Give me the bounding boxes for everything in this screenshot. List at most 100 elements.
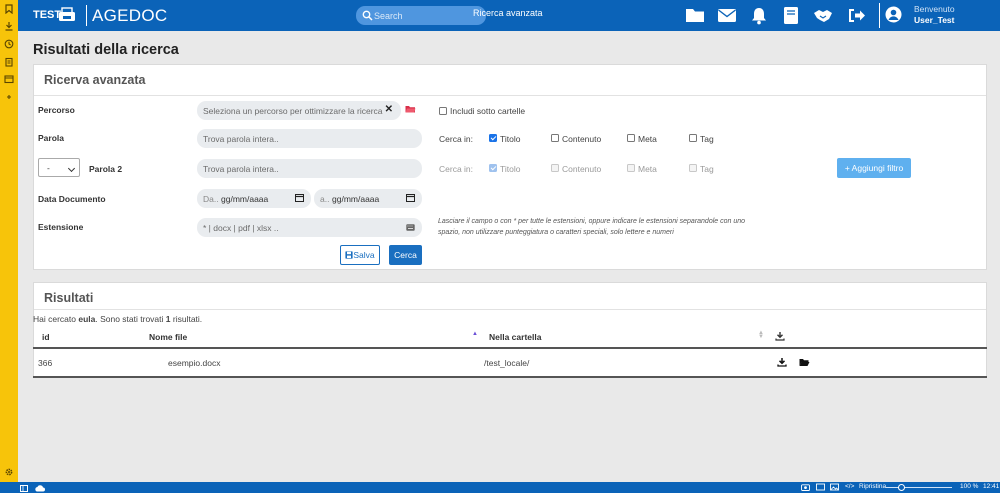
open-folder-icon[interactable] bbox=[799, 358, 810, 369]
divider bbox=[34, 95, 986, 96]
search-query: eula bbox=[78, 314, 96, 324]
search-input[interactable] bbox=[374, 8, 478, 23]
zoom-slider-handle[interactable] bbox=[898, 484, 905, 491]
operator-select[interactable]: - bbox=[38, 158, 80, 177]
clipboard-icon[interactable] bbox=[4, 57, 14, 67]
restore-label[interactable]: Ripristina bbox=[859, 483, 886, 490]
date-to-field[interactable]: a.. gg/mm/aaaa bbox=[314, 189, 422, 208]
tag-label: Tag bbox=[700, 134, 714, 144]
global-search[interactable] bbox=[356, 6, 486, 25]
results-title: Risultati bbox=[44, 291, 94, 305]
settings-icon[interactable] bbox=[4, 467, 14, 477]
parola-label: Parola bbox=[38, 133, 64, 143]
welcome-text: Benvenuto bbox=[914, 4, 955, 14]
percorso-input[interactable] bbox=[203, 103, 385, 118]
screen-icon[interactable] bbox=[816, 483, 825, 493]
handshake-icon[interactable] bbox=[813, 6, 833, 25]
window-icon[interactable] bbox=[20, 484, 28, 493]
sort-asc-icon[interactable]: ▲ bbox=[472, 331, 478, 337]
download-icon[interactable] bbox=[777, 357, 787, 369]
row-file-name[interactable]: esempio.docx bbox=[168, 358, 220, 368]
contenuto-checkbox-2[interactable] bbox=[551, 164, 559, 172]
brand-divider bbox=[86, 5, 87, 26]
contenuto-checkbox[interactable] bbox=[551, 134, 559, 142]
date-from-prefix: Da.. bbox=[203, 194, 219, 204]
code-icon[interactable]: </> bbox=[845, 483, 854, 490]
summary-middle: . Sono stati trovati bbox=[95, 314, 166, 324]
estensione-label: Estensione bbox=[38, 222, 84, 232]
save-button[interactable]: Salva bbox=[340, 245, 380, 265]
tag-checkbox[interactable] bbox=[689, 134, 697, 142]
sort-icon[interactable]: ▲ ▼ bbox=[758, 330, 764, 340]
percorso-label: Percorso bbox=[38, 105, 75, 115]
column-header-folder[interactable]: Nella cartella bbox=[489, 332, 541, 342]
cerca-in-label: Cerca in: bbox=[439, 134, 474, 144]
add-icon[interactable] bbox=[4, 92, 14, 102]
advanced-search-title: Ricerva avanzata bbox=[44, 73, 146, 87]
data-documento-label: Data Documento bbox=[38, 194, 106, 204]
calendar-icon[interactable] bbox=[295, 193, 304, 204]
table-bottom-divider bbox=[33, 376, 987, 378]
estensione-input[interactable] bbox=[203, 220, 398, 235]
search-button[interactable]: Cerca bbox=[389, 245, 422, 265]
download-icon[interactable] bbox=[4, 21, 14, 31]
contenuto-label: Contenuto bbox=[562, 134, 602, 144]
brand-prefix: TEST bbox=[33, 9, 62, 21]
calendar-icon[interactable] bbox=[406, 193, 415, 204]
divider bbox=[34, 309, 986, 310]
meta-checkbox-2[interactable] bbox=[627, 164, 635, 172]
image-icon[interactable] bbox=[830, 483, 839, 493]
column-header-id[interactable]: id bbox=[42, 332, 50, 342]
parola2-input[interactable] bbox=[203, 161, 413, 176]
advanced-search-link[interactable]: Ricerca avanzata bbox=[473, 8, 543, 18]
mail-icon[interactable] bbox=[717, 6, 737, 25]
navbar-divider bbox=[879, 3, 880, 28]
user-avatar-icon[interactable] bbox=[885, 6, 902, 23]
top-navbar: TEST AGEDOC Ricerca avanzata Benvenuto U… bbox=[18, 0, 1000, 31]
titolo-checkbox[interactable] bbox=[489, 134, 497, 142]
window-icon[interactable] bbox=[4, 74, 14, 84]
camera-icon[interactable] bbox=[801, 483, 810, 493]
parola-field[interactable] bbox=[197, 129, 422, 148]
download-all-icon[interactable] bbox=[775, 331, 785, 343]
titolo-checkbox-2[interactable] bbox=[489, 164, 497, 172]
bookmark-icon[interactable] bbox=[4, 4, 14, 15]
extension-hint: Lasciare il campo o con * per tutte le e… bbox=[438, 218, 746, 236]
column-header-name[interactable]: Nome file bbox=[149, 332, 187, 342]
folder-open-icon[interactable] bbox=[405, 104, 416, 116]
parola2-field[interactable] bbox=[197, 159, 422, 178]
include-subfolders-checkbox[interactable] bbox=[439, 107, 447, 115]
zoom-slider-track[interactable] bbox=[886, 487, 952, 488]
date-from-field[interactable]: Da.. gg/mm/aaaa bbox=[197, 189, 311, 208]
app-name[interactable]: AGEDOC bbox=[92, 6, 167, 26]
row-folder[interactable]: /test_locale/ bbox=[484, 358, 529, 368]
folder-icon[interactable] bbox=[685, 6, 705, 25]
summary-prefix: Hai cercato bbox=[33, 314, 79, 324]
summary-suffix: risultati. bbox=[170, 314, 203, 324]
history-icon[interactable] bbox=[4, 39, 14, 49]
clock: 12:41 bbox=[983, 483, 1000, 490]
date-to-prefix: a.. bbox=[320, 194, 330, 204]
book-icon[interactable] bbox=[781, 6, 801, 25]
keyboard-icon[interactable] bbox=[406, 223, 415, 233]
left-sidebar bbox=[0, 0, 18, 482]
username[interactable]: User_Test bbox=[914, 15, 954, 25]
add-filter-button[interactable]: + Aggiungi filtro bbox=[837, 158, 911, 178]
date-to-value: gg/mm/aaaa bbox=[332, 194, 380, 204]
bell-icon[interactable] bbox=[749, 6, 769, 25]
logout-icon[interactable] bbox=[847, 6, 867, 25]
tag-label-2: Tag bbox=[700, 164, 714, 174]
meta-label-2: Meta bbox=[638, 164, 657, 174]
cerca-in-label-2: Cerca in: bbox=[439, 164, 474, 174]
clear-icon[interactable]: ✕ bbox=[385, 104, 393, 115]
zoom-level: 100 % bbox=[960, 483, 979, 490]
parola2-label: Parola 2 bbox=[89, 164, 123, 174]
meta-checkbox[interactable] bbox=[627, 134, 635, 142]
estensione-field[interactable] bbox=[197, 218, 422, 237]
tag-checkbox-2[interactable] bbox=[689, 164, 697, 172]
cloud-icon[interactable] bbox=[34, 484, 45, 493]
taskbar: </> Ripristina 100 % 12:41 bbox=[0, 482, 1000, 493]
percorso-field[interactable]: ✕ bbox=[197, 101, 401, 120]
parola-input[interactable] bbox=[203, 131, 413, 146]
meta-label: Meta bbox=[638, 134, 657, 144]
